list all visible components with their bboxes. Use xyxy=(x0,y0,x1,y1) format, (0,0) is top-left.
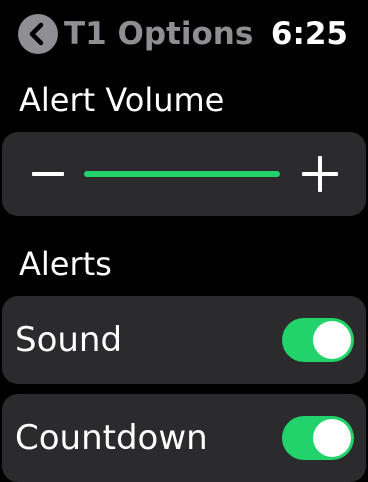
plus-icon xyxy=(302,156,338,192)
countdown-toggle-row[interactable]: Countdown xyxy=(2,394,366,482)
chevron-left-icon xyxy=(18,14,58,54)
volume-level-fill xyxy=(84,171,280,177)
sound-toggle[interactable] xyxy=(282,318,354,362)
minus-icon xyxy=(32,172,64,176)
volume-control xyxy=(2,132,366,216)
alert-volume-heading: Alert Volume xyxy=(19,81,225,119)
alerts-heading: Alerts xyxy=(19,245,112,283)
sound-toggle-row[interactable]: Sound xyxy=(2,296,366,384)
volume-slider[interactable] xyxy=(84,171,280,177)
volume-decrease-button[interactable] xyxy=(24,150,72,198)
back-button-label: T1 Options xyxy=(64,16,254,52)
countdown-toggle[interactable] xyxy=(282,416,354,460)
sound-label: Sound xyxy=(15,320,123,360)
back-button[interactable]: T1 Options xyxy=(18,14,253,54)
clock: 6:25 xyxy=(270,16,348,52)
volume-increase-button[interactable] xyxy=(296,150,344,198)
status-bar: T1 Options 6:25 xyxy=(0,0,368,66)
countdown-label: Countdown xyxy=(15,418,208,458)
toggle-knob xyxy=(313,321,351,359)
toggle-knob xyxy=(313,419,351,457)
